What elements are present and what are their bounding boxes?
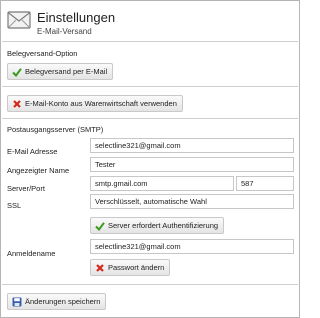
change-password-button-label: Passwort ändern: [108, 263, 165, 272]
use-erp-account-button-label: E-Mail-Konto aus Warenwirtschaft verwend…: [25, 99, 177, 108]
server-port-label: Server/Port: [7, 184, 45, 193]
belegversand-email-button[interactable]: Belegversand per E-Mail: [7, 63, 114, 80]
port-field[interactable]: 587: [236, 176, 294, 191]
save-changes-button-label: Änderungen speichern: [25, 297, 101, 306]
login-field[interactable]: selectline321@gmail.com: [90, 239, 294, 254]
email-field[interactable]: selectline321@gmail.com: [90, 138, 294, 153]
belegversand-section-label: Belegversand-Option: [7, 49, 78, 58]
save-icon: [12, 297, 22, 307]
check-icon: [12, 67, 22, 77]
ssl-select[interactable]: Verschlüsselt, automatische Wahl: [90, 194, 294, 209]
settings-panel: Einstellungen E-Mail-Versand Belegversan…: [0, 0, 300, 318]
auth-required-button[interactable]: Server erfordert Authentifizierung: [90, 217, 225, 234]
use-erp-account-button[interactable]: E-Mail-Konto aus Warenwirtschaft verwend…: [7, 95, 183, 112]
email-label: E-Mail Adresse: [7, 147, 58, 156]
section-divider-2: [2, 118, 298, 119]
server-field[interactable]: smtp.gmail.com: [90, 176, 234, 191]
cross-icon: [12, 99, 22, 109]
login-label: Anmeldename: [7, 249, 56, 258]
page-subtitle: E-Mail-Versand: [37, 27, 92, 36]
cross-icon: [95, 263, 105, 273]
check-icon: [95, 221, 105, 231]
section-divider-3: [2, 284, 298, 285]
ssl-label: SSL: [7, 201, 22, 210]
envelope-icon: [7, 11, 31, 29]
save-changes-button[interactable]: Änderungen speichern: [7, 293, 107, 310]
belegversand-email-button-label: Belegversand per E-Mail: [25, 67, 108, 76]
smtp-section-label: Postausgangsserver (SMTP): [7, 125, 104, 134]
header-divider: [2, 41, 298, 42]
change-password-button[interactable]: Passwort ändern: [90, 259, 171, 276]
page-title: Einstellungen: [37, 10, 116, 25]
display-name-field[interactable]: Tester: [90, 157, 294, 172]
display-name-label: Angezeigter Name: [7, 166, 70, 175]
section-divider-1: [2, 86, 298, 87]
auth-required-button-label: Server erfordert Authentifizierung: [108, 221, 219, 230]
